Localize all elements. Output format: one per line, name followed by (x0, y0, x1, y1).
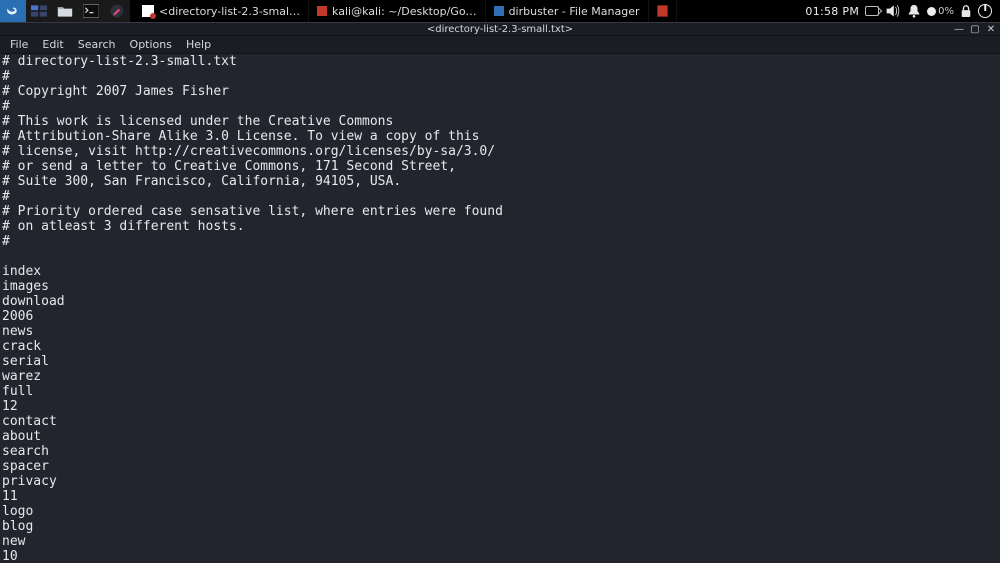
window-controls: — ▢ ✕ (954, 23, 996, 35)
task-item-label: dirbuster - File Manager (509, 5, 640, 18)
menu-help[interactable]: Help (180, 37, 217, 52)
task-item-label: <directory-list-2.3-smal… (159, 5, 300, 18)
menu-options[interactable]: Options (124, 37, 178, 52)
close-button[interactable]: ✕ (986, 24, 996, 35)
window-title: <directory-list-2.3-small.txt> (427, 24, 573, 35)
menu-edit[interactable]: Edit (36, 37, 69, 52)
maximize-button[interactable]: ▢ (970, 24, 980, 35)
terminal-launcher[interactable] (78, 0, 104, 22)
minimize-button[interactable]: — (954, 24, 964, 35)
terminal-icon (317, 6, 327, 16)
record-icon (657, 5, 668, 17)
notifications-icon[interactable] (907, 4, 921, 18)
volume-icon[interactable] (885, 4, 901, 18)
folder-icon (494, 6, 504, 16)
battery-icon (927, 7, 936, 16)
task-item-recorder[interactable] (649, 0, 677, 22)
workspace-switcher[interactable] (26, 0, 52, 22)
mousepad-icon (142, 5, 154, 17)
text-editor-launcher[interactable] (104, 0, 130, 22)
editor-text-area[interactable]: # directory-list-2.3-small.txt # # Copyr… (0, 54, 1000, 563)
taskbar-launchers (0, 0, 130, 22)
system-taskbar: <directory-list-2.3-smal… kali@kali: ~/D… (0, 0, 1000, 22)
task-item-label: kali@kali: ~/Desktop/Go… (332, 5, 477, 18)
clock[interactable]: 01:58 PM (805, 5, 859, 18)
taskbar-spacer (677, 0, 798, 22)
menu-file[interactable]: File (4, 37, 34, 52)
task-item-filemanager[interactable]: dirbuster - File Manager (486, 0, 649, 22)
lock-icon[interactable] (960, 4, 972, 18)
battery-percent: 0% (938, 6, 954, 17)
menu-search[interactable]: Search (72, 37, 122, 52)
taskbar-task-list: <directory-list-2.3-smal… kali@kali: ~/D… (134, 0, 677, 22)
file-manager-launcher[interactable] (52, 0, 78, 22)
task-item-terminal[interactable]: kali@kali: ~/Desktop/Go… (309, 0, 486, 22)
battery-indicator[interactable]: 0% (927, 6, 954, 17)
task-item-editor[interactable]: <directory-list-2.3-smal… (134, 0, 309, 22)
editor-menubar: File Edit Search Options Help (0, 36, 1000, 54)
editor-titlebar[interactable]: <directory-list-2.3-small.txt> — ▢ ✕ (0, 22, 1000, 36)
app-menu-button[interactable] (0, 0, 26, 22)
display-toggle-icon[interactable] (865, 6, 879, 16)
system-tray: 01:58 PM 0% (797, 0, 1000, 22)
power-icon[interactable] (978, 4, 992, 18)
